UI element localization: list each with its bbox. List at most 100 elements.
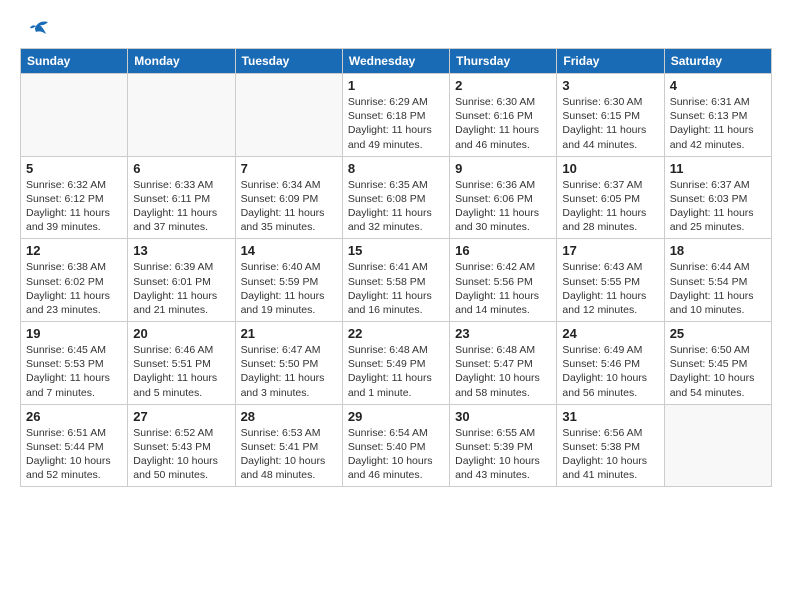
day-number: 6 <box>133 161 229 176</box>
weekday-header-saturday: Saturday <box>664 49 771 74</box>
calendar-cell: 2 Sunrise: 6:30 AMSunset: 6:16 PMDaylight… <box>450 74 557 157</box>
day-number: 20 <box>133 326 229 341</box>
calendar-week-row: 1 Sunrise: 6:29 AMSunset: 6:18 PMDaylight… <box>21 74 772 157</box>
calendar-cell: 8Sunrise: 6:35 AMSunset: 6:08 PMDaylight… <box>342 156 449 239</box>
weekday-header-wednesday: Wednesday <box>342 49 449 74</box>
day-info: Sunrise: 6:47 AMSunset: 5:50 PMDaylight:… <box>241 343 337 400</box>
day-number: 28 <box>241 409 337 424</box>
calendar-cell: 27 Sunrise: 6:52 AMSunset: 5:43 PMDayligh… <box>128 404 235 487</box>
calendar-cell: 11Sunrise: 6:37 AMSunset: 6:03 PMDayligh… <box>664 156 771 239</box>
day-number: 26 <box>26 409 122 424</box>
day-number: 19 <box>26 326 122 341</box>
day-info: Sunrise: 6:42 AMSunset: 5:56 PMDaylight:… <box>455 260 551 317</box>
day-info: Sunrise: 6:55 AMSunset: 5:39 PMDaylight:… <box>455 426 551 483</box>
calendar-cell: 4 Sunrise: 6:31 AMSunset: 6:13 PMDaylight… <box>664 74 771 157</box>
day-number: 21 <box>241 326 337 341</box>
day-info: Sunrise: 6:50 AMSunset: 5:45 PMDaylight:… <box>670 343 766 400</box>
calendar-cell: 22 Sunrise: 6:48 AMSunset: 5:49 PMDayligh… <box>342 322 449 405</box>
calendar-header-row: SundayMondayTuesdayWednesdayThursdayFrid… <box>21 49 772 74</box>
calendar-cell: 21 Sunrise: 6:47 AMSunset: 5:50 PMDayligh… <box>235 322 342 405</box>
day-info: Sunrise: 6:45 AMSunset: 5:53 PMDaylight:… <box>26 343 122 400</box>
day-info: Sunrise: 6:52 AMSunset: 5:43 PMDaylight:… <box>133 426 229 483</box>
calendar-cell: 5 Sunrise: 6:32 AMSunset: 6:12 PMDaylight… <box>21 156 128 239</box>
day-info: Sunrise: 6:56 AMSunset: 5:38 PMDaylight:… <box>562 426 658 483</box>
day-number: 2 <box>455 78 551 93</box>
calendar-cell: 26 Sunrise: 6:51 AMSunset: 5:44 PMDayligh… <box>21 404 128 487</box>
day-info: Sunrise: 6:43 AMSunset: 5:55 PMDaylight:… <box>562 260 658 317</box>
day-number: 30 <box>455 409 551 424</box>
calendar-cell: 10 Sunrise: 6:37 AMSunset: 6:05 PMDayligh… <box>557 156 664 239</box>
day-number: 9 <box>455 161 551 176</box>
calendar-cell: 29 Sunrise: 6:54 AMSunset: 5:40 PMDayligh… <box>342 404 449 487</box>
calendar-cell: 6Sunrise: 6:33 AMSunset: 6:11 PMDaylight… <box>128 156 235 239</box>
day-number: 15 <box>348 243 444 258</box>
day-number: 23 <box>455 326 551 341</box>
calendar-cell: 3 Sunrise: 6:30 AMSunset: 6:15 PMDaylight… <box>557 74 664 157</box>
day-number: 13 <box>133 243 229 258</box>
calendar-cell: 7Sunrise: 6:34 AMSunset: 6:09 PMDaylight… <box>235 156 342 239</box>
day-info: Sunrise: 6:39 AMSunset: 6:01 PMDaylight:… <box>133 260 229 317</box>
day-number: 1 <box>348 78 444 93</box>
day-info: Sunrise: 6:30 AMSunset: 6:16 PMDaylight:… <box>455 95 551 152</box>
day-number: 24 <box>562 326 658 341</box>
calendar-cell: 20 Sunrise: 6:46 AMSunset: 5:51 PMDayligh… <box>128 322 235 405</box>
calendar-cell: 31Sunrise: 6:56 AMSunset: 5:38 PMDayligh… <box>557 404 664 487</box>
day-number: 29 <box>348 409 444 424</box>
day-info: Sunrise: 6:29 AMSunset: 6:18 PMDaylight:… <box>348 95 444 152</box>
day-info: Sunrise: 6:37 AMSunset: 6:03 PMDaylight:… <box>670 178 766 235</box>
day-number: 22 <box>348 326 444 341</box>
day-number: 10 <box>562 161 658 176</box>
calendar-cell: 9 Sunrise: 6:36 AMSunset: 6:06 PMDaylight… <box>450 156 557 239</box>
calendar-cell: 19 Sunrise: 6:45 AMSunset: 5:53 PMDayligh… <box>21 322 128 405</box>
day-number: 27 <box>133 409 229 424</box>
day-info: Sunrise: 6:48 AMSunset: 5:49 PMDaylight:… <box>348 343 444 400</box>
calendar-cell <box>664 404 771 487</box>
day-number: 16 <box>455 243 551 258</box>
weekday-header-thursday: Thursday <box>450 49 557 74</box>
calendar-week-row: 26 Sunrise: 6:51 AMSunset: 5:44 PMDayligh… <box>21 404 772 487</box>
day-info: Sunrise: 6:44 AMSunset: 5:54 PMDaylight:… <box>670 260 766 317</box>
day-number: 17 <box>562 243 658 258</box>
calendar-cell: 30 Sunrise: 6:55 AMSunset: 5:39 PMDayligh… <box>450 404 557 487</box>
calendar-cell: 15 Sunrise: 6:41 AMSunset: 5:58 PMDayligh… <box>342 239 449 322</box>
calendar-cell: 25 Sunrise: 6:50 AMSunset: 5:45 PMDayligh… <box>664 322 771 405</box>
day-number: 12 <box>26 243 122 258</box>
calendar-cell <box>128 74 235 157</box>
calendar-cell: 28Sunrise: 6:53 AMSunset: 5:41 PMDayligh… <box>235 404 342 487</box>
day-info: Sunrise: 6:31 AMSunset: 6:13 PMDaylight:… <box>670 95 766 152</box>
calendar-cell: 17 Sunrise: 6:43 AMSunset: 5:55 PMDayligh… <box>557 239 664 322</box>
calendar-cell: 1 Sunrise: 6:29 AMSunset: 6:18 PMDaylight… <box>342 74 449 157</box>
day-number: 4 <box>670 78 766 93</box>
day-number: 14 <box>241 243 337 258</box>
calendar-cell: 24 Sunrise: 6:49 AMSunset: 5:46 PMDayligh… <box>557 322 664 405</box>
day-info: Sunrise: 6:46 AMSunset: 5:51 PMDaylight:… <box>133 343 229 400</box>
day-info: Sunrise: 6:40 AMSunset: 5:59 PMDaylight:… <box>241 260 337 317</box>
weekday-header-tuesday: Tuesday <box>235 49 342 74</box>
logo <box>20 20 50 38</box>
day-number: 8 <box>348 161 444 176</box>
day-info: Sunrise: 6:54 AMSunset: 5:40 PMDaylight:… <box>348 426 444 483</box>
calendar-cell <box>235 74 342 157</box>
calendar-week-row: 12Sunrise: 6:38 AMSunset: 6:02 PMDayligh… <box>21 239 772 322</box>
weekday-header-friday: Friday <box>557 49 664 74</box>
calendar-table: SundayMondayTuesdayWednesdayThursdayFrid… <box>20 48 772 487</box>
logo-bird-icon <box>22 20 50 42</box>
calendar-week-row: 5 Sunrise: 6:32 AMSunset: 6:12 PMDaylight… <box>21 156 772 239</box>
day-info: Sunrise: 6:32 AMSunset: 6:12 PMDaylight:… <box>26 178 122 235</box>
weekday-header-sunday: Sunday <box>21 49 128 74</box>
day-number: 18 <box>670 243 766 258</box>
day-number: 5 <box>26 161 122 176</box>
day-info: Sunrise: 6:51 AMSunset: 5:44 PMDaylight:… <box>26 426 122 483</box>
day-info: Sunrise: 6:49 AMSunset: 5:46 PMDaylight:… <box>562 343 658 400</box>
day-info: Sunrise: 6:34 AMSunset: 6:09 PMDaylight:… <box>241 178 337 235</box>
calendar-cell: 12Sunrise: 6:38 AMSunset: 6:02 PMDayligh… <box>21 239 128 322</box>
calendar-cell: 18 Sunrise: 6:44 AMSunset: 5:54 PMDayligh… <box>664 239 771 322</box>
day-info: Sunrise: 6:36 AMSunset: 6:06 PMDaylight:… <box>455 178 551 235</box>
day-info: Sunrise: 6:37 AMSunset: 6:05 PMDaylight:… <box>562 178 658 235</box>
day-number: 25 <box>670 326 766 341</box>
day-info: Sunrise: 6:30 AMSunset: 6:15 PMDaylight:… <box>562 95 658 152</box>
weekday-header-monday: Monday <box>128 49 235 74</box>
day-number: 3 <box>562 78 658 93</box>
day-info: Sunrise: 6:41 AMSunset: 5:58 PMDaylight:… <box>348 260 444 317</box>
calendar-cell <box>21 74 128 157</box>
